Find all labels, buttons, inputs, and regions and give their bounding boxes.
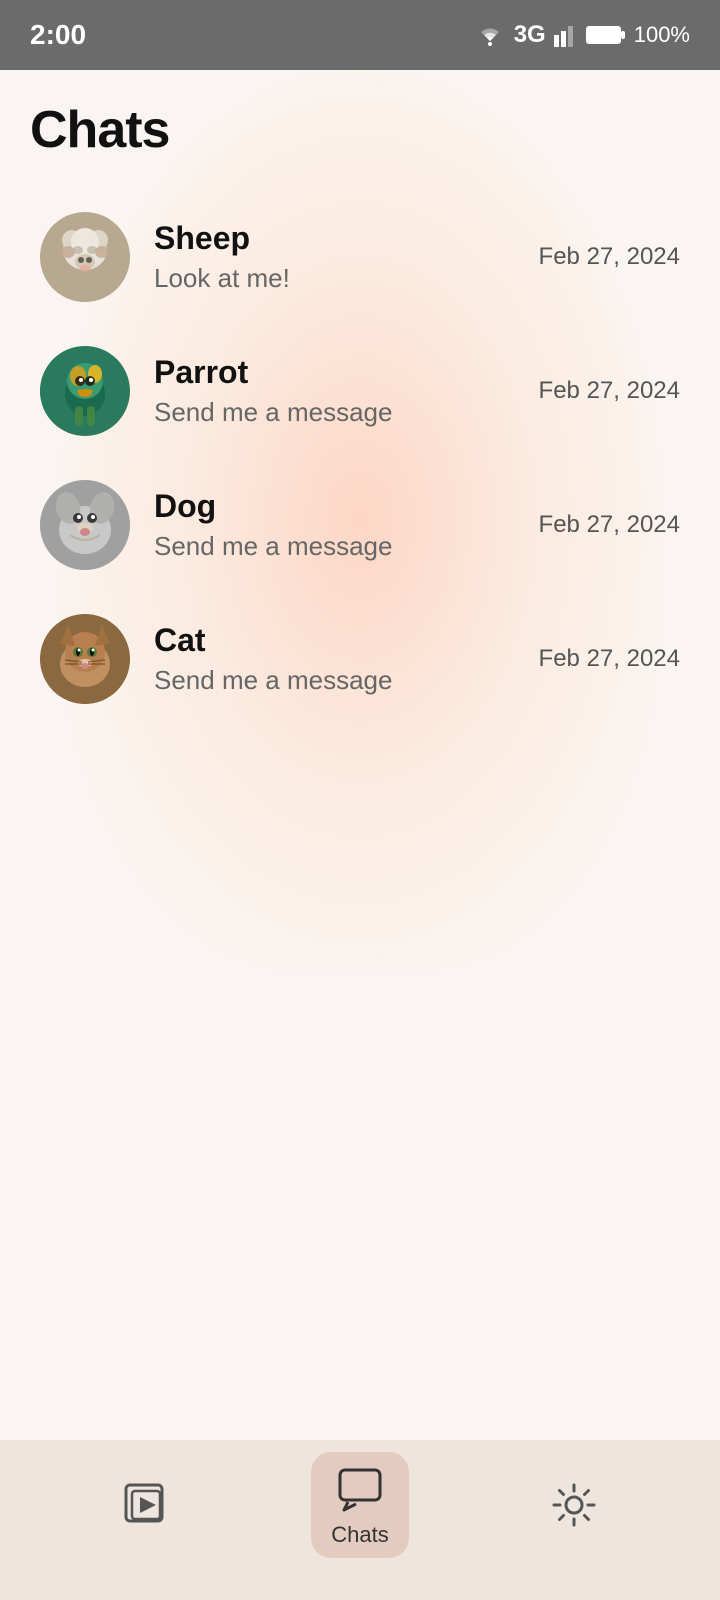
bottom-nav: Chats: [0, 1440, 720, 1600]
chat-info-cat: Cat Send me a message: [154, 622, 529, 696]
chat-item-cat[interactable]: Cat Send me a message Feb 27, 2024: [30, 592, 690, 726]
chat-item-dog[interactable]: Dog Send me a message Feb 27, 2024: [30, 458, 690, 592]
main-content: Chats: [0, 70, 720, 726]
nav-item-chats[interactable]: Chats: [311, 1452, 408, 1558]
chat-name-dog: Dog: [154, 488, 529, 525]
chat-date-parrot: Feb 27, 2024: [539, 377, 680, 405]
avatar-sheep: [40, 212, 130, 302]
battery-icon: [586, 24, 626, 46]
avatar-cat: [40, 614, 130, 704]
media-icon: [120, 1479, 172, 1531]
chat-list: Sheep Look at me! Feb 27, 2024: [30, 190, 690, 726]
signal-icon: [554, 23, 578, 47]
status-time: 2:00: [30, 19, 86, 51]
chat-preview-parrot: Send me a message: [154, 397, 529, 428]
nav-label-chats: Chats: [331, 1522, 388, 1548]
chat-item-parrot[interactable]: Parrot Send me a message Feb 27, 2024: [30, 324, 690, 458]
chat-date-cat: Feb 27, 2024: [539, 645, 680, 673]
settings-icon: [548, 1479, 600, 1531]
chat-icon: [334, 1462, 386, 1514]
nav-item-media[interactable]: [100, 1469, 192, 1541]
chat-info-sheep: Sheep Look at me!: [154, 220, 529, 294]
nav-item-settings[interactable]: [528, 1469, 620, 1541]
chat-name-cat: Cat: [154, 622, 529, 659]
network-indicator: 3G: [514, 21, 546, 49]
chat-preview-cat: Send me a message: [154, 665, 529, 696]
chat-date-dog: Feb 27, 2024: [539, 511, 680, 539]
chat-preview-sheep: Look at me!: [154, 263, 529, 294]
chat-item-sheep[interactable]: Sheep Look at me! Feb 27, 2024: [30, 190, 690, 324]
chat-info-parrot: Parrot Send me a message: [154, 354, 529, 428]
avatar-dog: [40, 480, 130, 570]
chat-name-parrot: Parrot: [154, 354, 529, 391]
page-title: Chats: [30, 100, 690, 160]
chat-preview-dog: Send me a message: [154, 531, 529, 562]
chat-name-sheep: Sheep: [154, 220, 529, 257]
battery-label: 100%: [634, 22, 690, 48]
wifi-icon: [474, 23, 506, 47]
chat-date-sheep: Feb 27, 2024: [539, 243, 680, 271]
avatar-parrot: [40, 346, 130, 436]
chat-info-dog: Dog Send me a message: [154, 488, 529, 562]
status-bar: 2:00 3G 100%: [0, 0, 720, 70]
status-icons: 3G 100%: [474, 21, 690, 49]
